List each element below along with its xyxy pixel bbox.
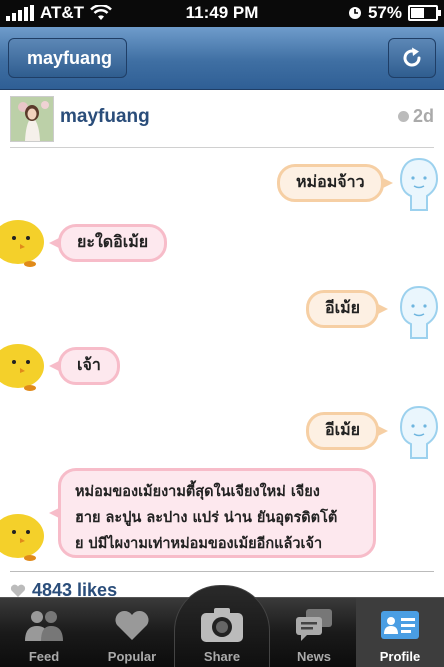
battery-icon <box>408 5 441 21</box>
blue-ghost-icon <box>399 405 439 459</box>
blue-ghost-icon <box>399 157 439 211</box>
tab-feed[interactable]: Feed <box>0 598 88 667</box>
tab-label: Share <box>203 649 241 664</box>
id-card-icon <box>381 611 419 639</box>
camera-icon <box>201 608 243 642</box>
post-age: 2d <box>397 106 434 127</box>
tab-label: Feed <box>28 649 60 664</box>
tab-label: News <box>297 649 331 664</box>
chat-message: อีเม้ย <box>325 298 360 317</box>
post-photo[interactable]: หม่อมจ้าว ยะใดอิเม้ย อีเม้ย เจ้า อีเม้ย <box>0 148 444 574</box>
yellow-chick-icon <box>0 220 44 267</box>
chat-bubble: อีเม้ย <box>306 290 388 328</box>
tab-label: Profile <box>379 649 421 664</box>
post-age-label: 2d <box>412 106 434 126</box>
chat-bubble: เจ้า <box>49 347 120 385</box>
chat-message-line: ย บ่มีไผงามเท่าหม่อมของเม้ยอีกแล้วเจ้า <box>75 536 323 552</box>
battery-percent: 57% <box>367 3 402 22</box>
refresh-icon <box>403 47 421 67</box>
tab-bar: Feed Popular Share News Profile <box>0 585 444 667</box>
chat-message: หม่อมจ้าว <box>296 172 365 191</box>
chat-bubble: ยะใดอิเม้ย <box>48 224 168 262</box>
chat-bubble: อีเม้ย <box>306 412 388 450</box>
battery-group: 57% <box>348 3 441 23</box>
speech-bubbles-icon <box>296 609 332 641</box>
post-header: mayfuang 2d <box>10 90 434 148</box>
back-button-label: mayfuang <box>27 48 113 68</box>
chat-bubble: หม่อมจ้าว <box>277 164 393 202</box>
chat-message-line: ฮาย ละปูน ละปาง แปร่ น่าน ยันอุตรดิตโต้ <box>75 510 338 526</box>
divider <box>10 571 434 572</box>
avatar[interactable] <box>10 96 54 142</box>
back-button[interactable]: mayfuang <box>8 38 128 78</box>
chat-message: ยะใดอิเม้ย <box>77 232 149 251</box>
alarm-icon <box>348 7 361 19</box>
tab-profile[interactable]: Profile <box>356 598 444 667</box>
tab-share[interactable]: Share <box>174 585 270 667</box>
tab-news[interactable]: News <box>270 598 358 667</box>
chat-message-line: หม่อมของเม้ยงามตี้สุดในเจียงใหม่ เจียง <box>75 484 320 500</box>
yellow-chick-icon <box>0 514 44 561</box>
post-username[interactable]: mayfuang <box>60 106 150 128</box>
battery-fill <box>411 8 424 18</box>
clock-icon <box>397 111 409 122</box>
people-icon <box>25 611 63 641</box>
status-bar: AT&T 11:49 PM 57% <box>0 0 444 27</box>
nav-bar: mayfuang <box>0 27 444 90</box>
chat-bubble: หม่อมของเม้ยงามตี้สุดในเจียงใหม่ เจียง ฮ… <box>49 468 376 558</box>
tab-label: Popular <box>107 649 157 664</box>
yellow-chick-icon <box>0 344 44 391</box>
chat-message: เจ้า <box>77 355 101 374</box>
heart-icon <box>115 610 149 640</box>
refresh-button[interactable] <box>388 38 436 78</box>
tab-popular[interactable]: Popular <box>88 598 176 667</box>
blue-ghost-icon <box>399 285 439 339</box>
heart-icon <box>10 584 26 597</box>
chat-message: อีเม้ย <box>325 420 360 439</box>
